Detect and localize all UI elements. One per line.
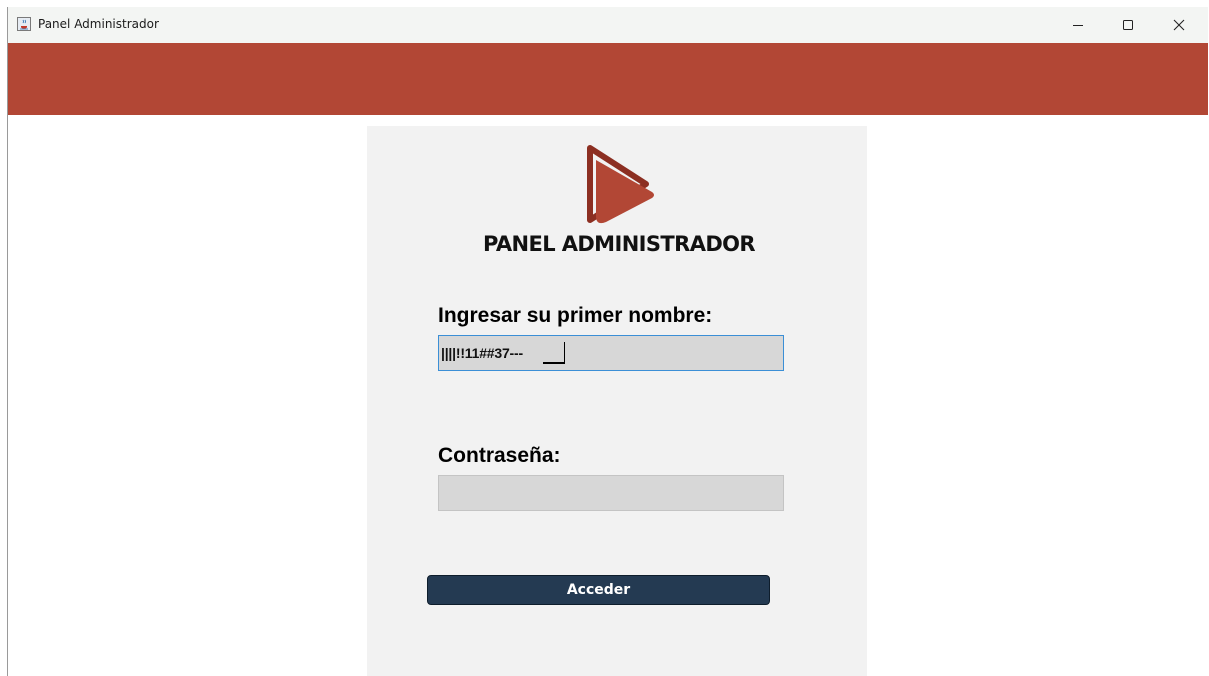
username-input[interactable]: ||||!!11##37--- [438, 335, 784, 371]
app-window: Panel Administrador PANEL ADMINISTRADOR … [7, 7, 1208, 676]
maximize-button[interactable] [1103, 7, 1153, 43]
play-logo-icon [587, 145, 654, 224]
window-title: Panel Administrador [38, 17, 159, 31]
java-cup-icon [17, 17, 31, 31]
header-banner [8, 43, 1208, 115]
username-value: ||||!!11##37--- [441, 345, 523, 361]
page-title: PANEL ADMINISTRADOR [482, 232, 756, 256]
close-button[interactable] [1154, 7, 1204, 43]
minimize-button[interactable] [1053, 7, 1103, 43]
password-input[interactable] [438, 475, 784, 511]
close-icon [1173, 19, 1185, 31]
login-button[interactable]: Acceder [427, 575, 770, 605]
text-caret [564, 342, 565, 364]
text-underline [543, 362, 564, 364]
password-label: Contraseña: [438, 444, 561, 467]
username-label: Ingresar su primer nombre: [438, 304, 713, 327]
minimize-icon [1073, 25, 1083, 26]
login-panel: PANEL ADMINISTRADOR Ingresar su primer n… [367, 126, 867, 676]
maximize-icon [1123, 20, 1133, 30]
title-bar[interactable]: Panel Administrador [8, 7, 1208, 43]
